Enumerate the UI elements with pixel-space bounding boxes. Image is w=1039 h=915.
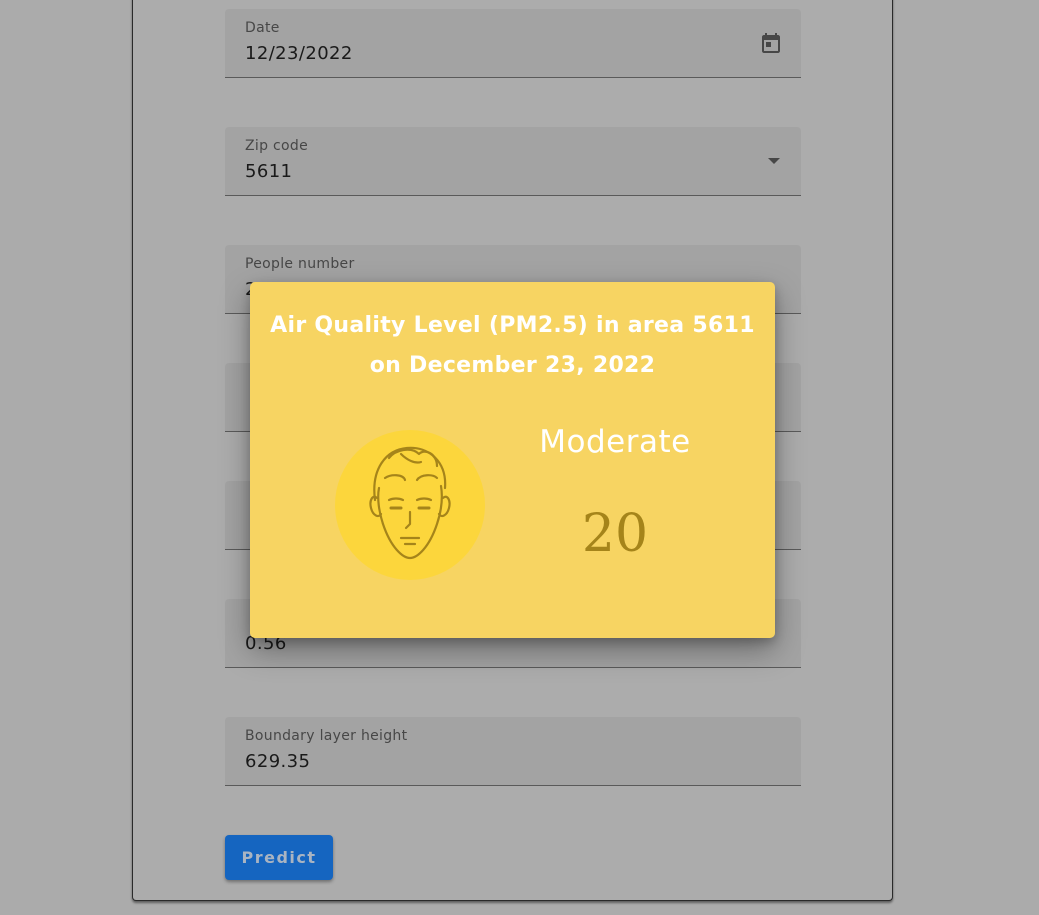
boundary-layer-height-label: Boundary layer height [245,728,408,744]
neutral-face-icon [369,446,451,560]
page: Date 12/23/2022 Zip code 5611 People num… [0,0,1039,915]
zip-code-label: Zip code [245,138,308,154]
date-field[interactable]: Date 12/23/2022 [225,9,801,78]
boundary-layer-height-field[interactable]: Boundary layer height 629.35 [225,717,801,786]
date-value: 12/23/2022 [245,43,353,64]
calendar-icon[interactable] [759,31,783,55]
date-label: Date [245,20,280,36]
air-quality-level-label: Moderate [539,424,691,460]
zip-code-value: 5611 [245,161,293,182]
boundary-layer-height-value: 629.35 [245,751,311,772]
predict-button[interactable]: Predict [225,835,333,880]
result-dialog: Air Quality Level (PM2.5) in area 5611 o… [250,282,775,638]
dialog-title: Air Quality Level (PM2.5) in area 5611 o… [250,306,775,386]
dialog-title-line-1: Air Quality Level (PM2.5) in area 5611 [270,313,755,338]
zip-code-select[interactable]: Zip code 5611 [225,127,801,196]
dialog-title-line-2: on December 23, 2022 [369,353,656,378]
air-quality-value: 20 [581,504,649,564]
face-badge [335,430,485,580]
people-number-label: People number [245,256,355,272]
dropdown-arrow-icon[interactable] [768,158,780,164]
